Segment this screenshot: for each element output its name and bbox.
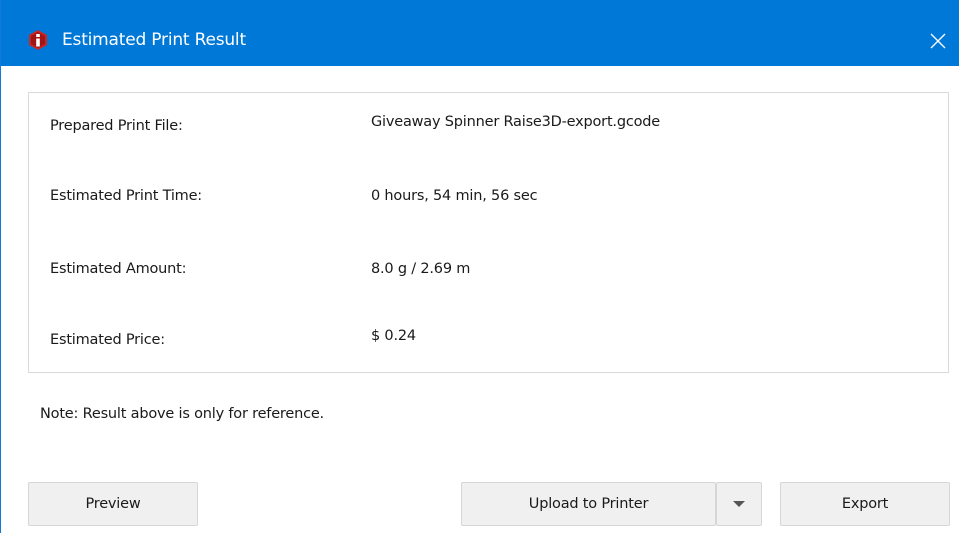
prepared-print-file-label: Prepared Print File: xyxy=(50,118,183,134)
caret-down-icon xyxy=(733,501,745,507)
estimated-amount-label: Estimated Amount: xyxy=(50,261,187,277)
prepared-print-file-row: Prepared Print File: Giveaway Spinner Ra… xyxy=(29,114,948,138)
estimated-price-value: $ 0.24 xyxy=(371,328,416,344)
estimated-price-row: Estimated Price: $ 0.24 xyxy=(29,328,948,352)
upload-options-dropdown-button[interactable] xyxy=(716,482,762,526)
estimated-print-time-label: Estimated Print Time: xyxy=(50,188,202,204)
estimated-amount-row: Estimated Amount: 8.0 g / 2.69 m xyxy=(29,257,948,281)
estimated-amount-value: 8.0 g / 2.69 m xyxy=(371,261,471,277)
dialog-title: Estimated Print Result xyxy=(62,30,246,50)
raise3d-logo-icon xyxy=(27,29,49,51)
estimated-print-time-value: 0 hours, 54 min, 56 sec xyxy=(371,188,538,204)
print-result-panel: Prepared Print File: Giveaway Spinner Ra… xyxy=(28,92,949,373)
estimated-price-label: Estimated Price: xyxy=(50,332,165,348)
upload-to-printer-button[interactable]: Upload to Printer xyxy=(461,482,716,526)
reference-note: Note: Result above is only for reference… xyxy=(40,406,324,422)
estimated-print-time-row: Estimated Print Time: 0 hours, 54 min, 5… xyxy=(29,184,948,208)
estimated-print-result-dialog: Estimated Print Result Prepared Print Fi… xyxy=(0,0,959,533)
close-icon xyxy=(930,33,946,49)
title-bar[interactable]: Estimated Print Result xyxy=(1,0,959,66)
close-button[interactable] xyxy=(916,26,959,56)
prepared-print-file-value: Giveaway Spinner Raise3D-export.gcode xyxy=(371,114,661,130)
export-button[interactable]: Export xyxy=(780,482,950,526)
preview-button[interactable]: Preview xyxy=(28,482,198,526)
